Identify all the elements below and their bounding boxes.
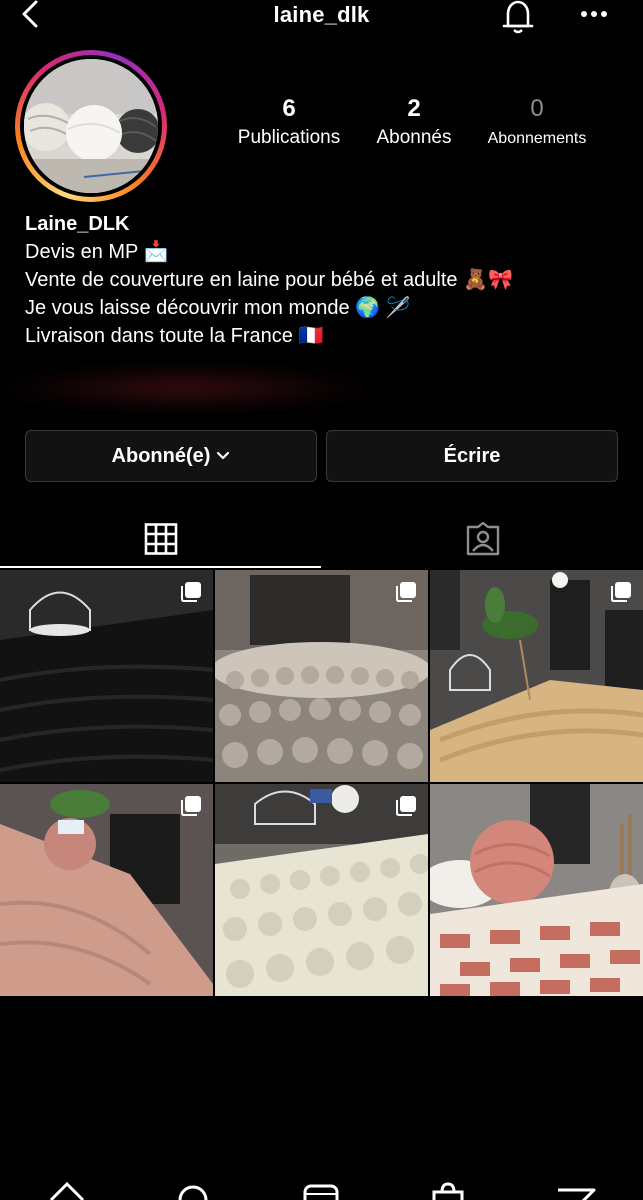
profile-bio: Laine_DLK Devis en MP 📩 Vente de couvert…: [25, 210, 625, 350]
stat-label: Abonnements: [487, 130, 587, 147]
post-thumbnail[interactable]: [215, 784, 428, 996]
more-horizontal-icon[interactable]: [578, 2, 610, 28]
post-thumbnail[interactable]: [430, 570, 643, 782]
multiple-photos-icon: [181, 796, 201, 816]
stat-value: 2: [407, 95, 421, 122]
grid-icon: [144, 523, 177, 555]
shop-icon[interactable]: [428, 1170, 468, 1200]
top-bar: laine_dlk: [0, 0, 643, 34]
stat-value: 6: [282, 95, 296, 122]
home-icon[interactable]: [47, 1170, 87, 1200]
bio-line: Vente de couverture en laine pour bébé e…: [25, 269, 513, 291]
search-icon[interactable]: [173, 1170, 213, 1200]
avatar-story-ring[interactable]: [15, 50, 167, 202]
redacted-link: [6, 364, 366, 412]
bell-icon[interactable]: [500, 0, 536, 34]
profile-username: laine_dlk: [273, 2, 370, 27]
stat-label: Abonnés: [376, 127, 452, 148]
post-thumbnail[interactable]: [0, 784, 213, 996]
profile-display-name: Laine_DLK: [25, 213, 130, 235]
chevron-down-icon: [217, 451, 230, 460]
stat-publications[interactable]: 6 Publications: [229, 95, 349, 149]
following-button[interactable]: Abonné(e): [25, 430, 317, 482]
bio-line: Devis en MP 📩: [25, 241, 169, 263]
messages-icon[interactable]: [556, 1170, 596, 1200]
tab-posts-grid[interactable]: [0, 510, 321, 568]
active-tab-indicator: [0, 566, 321, 568]
profile-tabs: [0, 510, 643, 568]
reels-icon[interactable]: [301, 1170, 341, 1200]
post-thumbnail[interactable]: [215, 570, 428, 782]
profile-screen: laine_dlk 6 Publications 2 Abonnés 0 Abo…: [0, 0, 643, 1200]
multiple-photos-icon: [181, 582, 201, 602]
bio-line: Livraison dans toute la France 🇫🇷: [25, 325, 324, 347]
avatar: [24, 59, 158, 193]
multiple-photos-icon: [396, 796, 416, 816]
stat-value: 0: [530, 95, 544, 122]
stat-label: Publications: [237, 127, 341, 148]
bottom-nav: [0, 1170, 643, 1200]
tab-tagged[interactable]: [322, 510, 643, 568]
message-button-label: Écrire: [443, 444, 501, 467]
bio-line: Je vous laisse découvrir mon monde 🌍 🪡: [25, 297, 411, 319]
stat-followers[interactable]: 2 Abonnés: [360, 95, 468, 149]
post-thumbnail[interactable]: [430, 784, 643, 996]
tagged-person-icon: [466, 522, 499, 556]
message-button[interactable]: Écrire: [326, 430, 618, 482]
stat-following[interactable]: 0 Abonnements: [478, 95, 596, 148]
post-thumbnail[interactable]: [0, 570, 213, 782]
following-button-label: Abonné(e): [111, 444, 211, 467]
multiple-photos-icon: [396, 582, 416, 602]
multiple-photos-icon: [611, 582, 631, 602]
